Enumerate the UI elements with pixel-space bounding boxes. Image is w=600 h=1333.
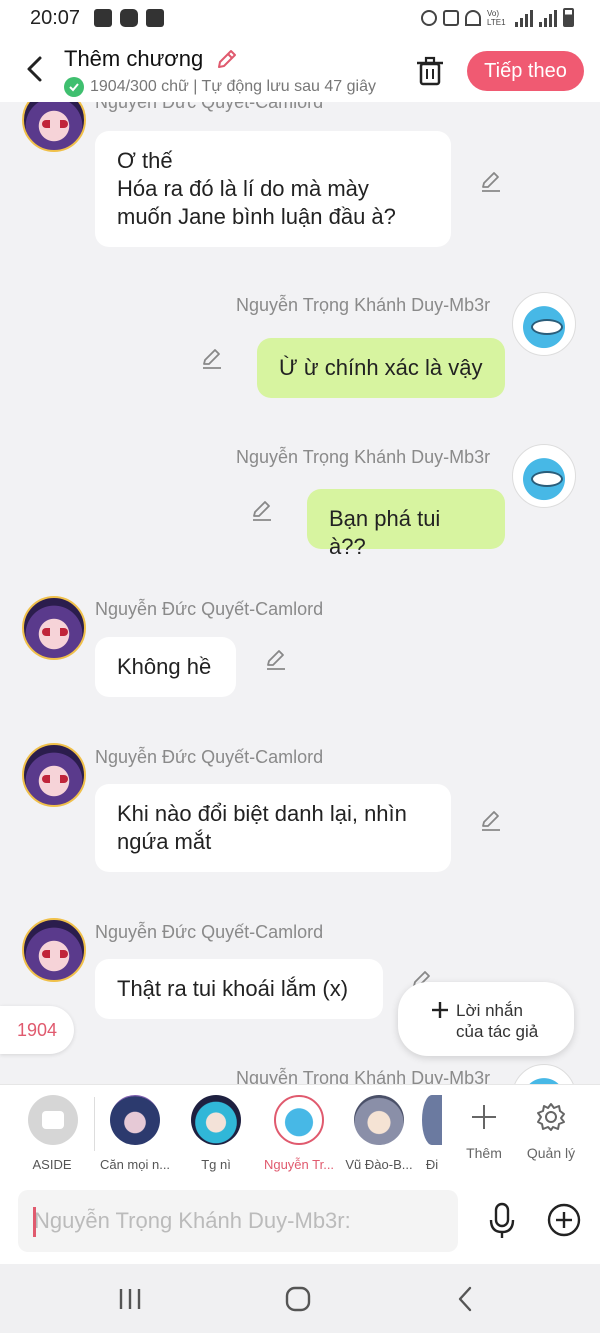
add-character-button[interactable]: Thêm bbox=[464, 1097, 504, 1161]
battery-icon bbox=[563, 8, 574, 27]
character-label: Tg nì bbox=[201, 1157, 231, 1172]
pencil-icon[interactable] bbox=[214, 46, 240, 72]
home-icon[interactable] bbox=[278, 1282, 318, 1316]
mute-icon bbox=[443, 9, 459, 26]
sender-name: Nguyễn Đức Quyết-Camlord bbox=[95, 747, 324, 767]
edit-icon[interactable] bbox=[479, 169, 503, 193]
character-item[interactable]: Tg nì bbox=[186, 1095, 246, 1172]
save-status: 1904/300 chữ | Tự động lưu sau 47 giây bbox=[64, 77, 394, 97]
plus-icon bbox=[432, 1002, 448, 1018]
aside-icon bbox=[28, 1095, 78, 1145]
gear-icon bbox=[537, 1103, 565, 1131]
avatar bbox=[191, 1095, 241, 1145]
recent-apps-icon[interactable] bbox=[110, 1282, 150, 1316]
character-item[interactable]: Căn mọi n... bbox=[98, 1095, 172, 1172]
sender-name: Nguyễn Trọng Khánh Duy-Mb3r bbox=[236, 447, 491, 467]
nav-back-icon[interactable] bbox=[446, 1282, 486, 1316]
avatar[interactable] bbox=[512, 444, 576, 508]
avatar bbox=[274, 1095, 324, 1145]
edit-icon[interactable] bbox=[200, 346, 224, 370]
chat-list[interactable]: Nguyễn Đức Quyết-Camlord Ơ thế Hóa ra đó… bbox=[0, 102, 600, 1084]
sender-name: Nguyễn Đức Quyết-Camlord bbox=[95, 599, 324, 619]
message-bubble[interactable]: Không hề bbox=[95, 637, 236, 697]
avatar[interactable] bbox=[22, 596, 86, 660]
sender-name: Nguyễn Đức Quyết-Camlord bbox=[95, 102, 324, 112]
avatar bbox=[422, 1095, 442, 1145]
mic-icon[interactable] bbox=[486, 1201, 518, 1241]
character-bar: ASIDE Căn mọi n... Tg nì Nguyễn Tr... Vũ… bbox=[0, 1084, 600, 1180]
edit-icon[interactable] bbox=[250, 498, 274, 522]
text-caret bbox=[33, 1207, 36, 1237]
message-bubble[interactable]: Bạn phá tui à?? bbox=[307, 489, 505, 559]
status-time: 20:07 bbox=[30, 7, 81, 29]
plus-icon bbox=[472, 1105, 496, 1129]
status-bar: 20:07 Vo) LTE1 bbox=[0, 0, 600, 38]
avatar[interactable] bbox=[22, 743, 86, 807]
message-bubble[interactable]: Thật ra tui khoái lắm (x) bbox=[95, 959, 383, 1019]
sender-name: Nguyễn Đức Quyết-Camlord bbox=[95, 922, 324, 942]
status-system-icons: Vo) LTE1 bbox=[421, 8, 574, 27]
message-bubble[interactable]: Khi nào đổi biệt danh lại, nhìn ngứa mắt bbox=[95, 784, 451, 872]
signal-icon-2 bbox=[539, 9, 557, 27]
character-aside[interactable]: ASIDE bbox=[28, 1095, 78, 1172]
trash-icon[interactable] bbox=[414, 54, 446, 88]
avatar bbox=[354, 1095, 404, 1145]
status-notification-icons bbox=[94, 9, 164, 27]
alarm-icon bbox=[421, 9, 437, 26]
sender-name: Nguyễn Trọng Khánh Duy-Mb3r bbox=[236, 1068, 491, 1084]
network-type: Vo) LTE1 bbox=[487, 8, 506, 27]
check-icon bbox=[64, 77, 84, 97]
character-item-selected[interactable]: Nguyễn Tr... bbox=[262, 1095, 336, 1172]
character-label: Vũ Đào-B... bbox=[345, 1157, 413, 1172]
character-item[interactable]: Vũ Đào-B... bbox=[342, 1095, 416, 1172]
character-label: Căn mọi n... bbox=[99, 1157, 171, 1172]
character-label: Đi bbox=[425, 1157, 439, 1172]
page-title: Thêm chương bbox=[64, 46, 204, 71]
composer: Nguyễn Trọng Khánh Duy-Mb3r: bbox=[0, 1180, 600, 1264]
avatar[interactable] bbox=[512, 1064, 576, 1084]
message-input[interactable]: Nguyễn Trọng Khánh Duy-Mb3r: bbox=[18, 1190, 458, 1252]
youtube-icon bbox=[120, 9, 138, 27]
add-circle-icon[interactable] bbox=[546, 1202, 582, 1238]
manage-label: Quản lý bbox=[526, 1145, 576, 1161]
avatar[interactable] bbox=[512, 292, 576, 356]
gallery-icon bbox=[94, 9, 112, 27]
character-label: Nguyễn Tr... bbox=[263, 1157, 335, 1172]
clock-app-icon bbox=[146, 9, 164, 27]
author-note-label: Lời nhắn của tác giả bbox=[456, 1001, 539, 1041]
word-count-badge[interactable]: 1904 bbox=[0, 1006, 74, 1054]
message-bubble[interactable]: Ừ ừ chính xác là vậy bbox=[257, 338, 505, 398]
manage-button[interactable]: Quản lý bbox=[526, 1097, 576, 1161]
edit-icon[interactable] bbox=[479, 808, 503, 832]
system-nav-bar bbox=[0, 1264, 600, 1333]
sender-name: Nguyễn Trọng Khánh Duy-Mb3r bbox=[236, 295, 491, 315]
signal-icon bbox=[515, 9, 533, 27]
wifi-icon bbox=[465, 9, 481, 26]
avatar[interactable] bbox=[22, 918, 86, 982]
character-label: ASIDE bbox=[32, 1157, 72, 1172]
next-button[interactable]: Tiếp theo bbox=[467, 51, 584, 91]
divider bbox=[94, 1097, 95, 1151]
editor-header: Thêm chương 1904/300 chữ | Tự động lưu s… bbox=[0, 38, 600, 102]
character-item[interactable]: Đi bbox=[422, 1095, 442, 1172]
message-bubble[interactable]: Ơ thế Hóa ra đó là lí do mà mày muốn Jan… bbox=[95, 131, 451, 247]
author-note-button[interactable]: Lời nhắn của tác giả bbox=[398, 982, 574, 1056]
back-icon[interactable] bbox=[20, 52, 50, 86]
save-status-text: 1904/300 chữ | Tự động lưu sau 47 giây bbox=[90, 78, 376, 95]
avatar[interactable] bbox=[22, 102, 86, 152]
edit-icon[interactable] bbox=[264, 647, 288, 671]
avatar bbox=[110, 1095, 160, 1145]
add-label: Thêm bbox=[466, 1145, 502, 1161]
